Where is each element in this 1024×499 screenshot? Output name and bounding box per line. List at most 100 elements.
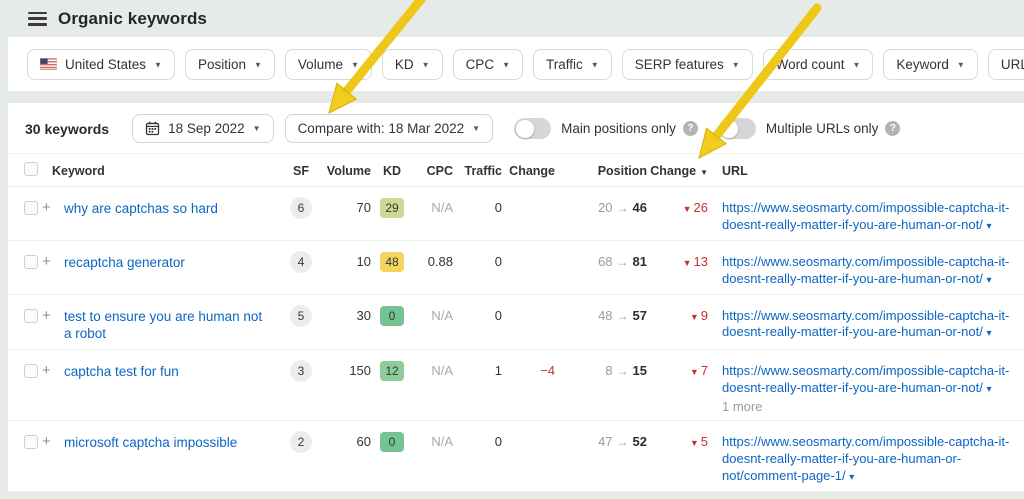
column-header-traffic[interactable]: Traffic bbox=[453, 154, 502, 187]
filter-serp-features-button[interactable]: SERP features ▼ bbox=[622, 49, 753, 80]
position-change-number: 9 bbox=[701, 308, 708, 323]
traffic-change-value bbox=[502, 294, 555, 350]
expand-plus-icon[interactable]: + bbox=[42, 362, 51, 379]
chevron-down-icon: ▼ bbox=[957, 60, 965, 69]
keyword-link[interactable]: test to ensure you are human not a robot bbox=[64, 308, 286, 344]
filter-kd-button[interactable]: KD ▼ bbox=[382, 49, 443, 80]
serp-features-badge[interactable]: 2 bbox=[290, 431, 312, 453]
position-value: 48→57 bbox=[555, 294, 647, 350]
position-new: 46 bbox=[633, 200, 647, 215]
row-checkbox[interactable] bbox=[24, 201, 38, 215]
cpc-value: N/A bbox=[413, 491, 453, 492]
url-link[interactable]: https://www.seosmarty.com/impossible-cap… bbox=[722, 308, 1024, 342]
menu-icon[interactable] bbox=[28, 12, 47, 26]
position-arrow-icon: → bbox=[613, 364, 633, 378]
position-change-number: 26 bbox=[694, 200, 708, 215]
chevron-down-icon: ▼ bbox=[253, 124, 261, 133]
help-icon[interactable]: ? bbox=[683, 121, 698, 136]
traffic-change-value bbox=[502, 187, 555, 241]
position-change-value: ▼13 bbox=[647, 240, 708, 294]
down-triangle-icon: ▼ bbox=[683, 258, 692, 268]
position-change-value: ▼5 bbox=[647, 420, 708, 491]
expand-plus-icon[interactable]: + bbox=[42, 433, 51, 450]
url-text: https://www.seosmarty.com/impossible-cap… bbox=[722, 363, 1009, 395]
column-header-change[interactable]: Change bbox=[502, 154, 555, 187]
column-header-kd[interactable]: KD bbox=[371, 154, 413, 187]
serp-features-badge[interactable]: 5 bbox=[290, 305, 312, 327]
table-row: + recaptcha generator 4 10 48 0.88 0 68→… bbox=[8, 240, 1024, 294]
url-caret-icon[interactable]: ▾ bbox=[986, 384, 991, 395]
keyword-link[interactable]: microsoft captcha impossible bbox=[64, 434, 251, 452]
help-icon[interactable]: ? bbox=[885, 121, 900, 136]
url-link[interactable]: https://www.seosmarty.com/impossible-cap… bbox=[722, 434, 1024, 485]
chevron-down-icon: ▼ bbox=[422, 60, 430, 69]
column-header-change-sorted[interactable]: Change▼ bbox=[647, 154, 708, 187]
serp-features-badge[interactable]: 3 bbox=[290, 360, 312, 382]
expand-plus-icon[interactable]: + bbox=[42, 307, 51, 324]
position-change-number: 13 bbox=[694, 254, 708, 269]
row-checkbox[interactable] bbox=[24, 309, 38, 323]
keyword-link[interactable]: recaptcha generator bbox=[64, 254, 199, 272]
select-all-checkbox[interactable] bbox=[24, 162, 38, 176]
down-triangle-icon: ▼ bbox=[683, 204, 692, 214]
column-header-position[interactable]: Position bbox=[555, 154, 647, 187]
filter-word-count-button[interactable]: Word count ▼ bbox=[763, 49, 874, 80]
url-caret-icon[interactable]: ▾ bbox=[986, 221, 991, 232]
column-header-url[interactable]: URL bbox=[708, 154, 1024, 187]
us-flag-icon bbox=[40, 58, 57, 70]
expand-plus-icon[interactable]: + bbox=[42, 253, 51, 270]
cpc-value: N/A bbox=[413, 294, 453, 350]
app-header: Organic keywords bbox=[0, 0, 1024, 37]
position-change-value: ▼2 bbox=[647, 491, 708, 492]
position-new: 57 bbox=[633, 308, 647, 323]
kd-badge: 12 bbox=[380, 361, 404, 381]
main-positions-toggle[interactable] bbox=[514, 118, 551, 139]
serp-features-badge[interactable]: 6 bbox=[290, 197, 312, 219]
position-new: 52 bbox=[633, 434, 647, 449]
multiple-urls-toggle[interactable] bbox=[719, 118, 756, 139]
toggle-knob bbox=[720, 120, 738, 138]
table-row: + test to ensure you are human not a rob… bbox=[8, 294, 1024, 350]
column-header-cpc[interactable]: CPC bbox=[413, 154, 453, 187]
keyword-link[interactable]: why are captchas so hard bbox=[64, 200, 232, 218]
filter-position-button[interactable]: Position ▼ bbox=[185, 49, 275, 80]
main-positions-label: Main positions only bbox=[561, 121, 676, 136]
row-checkbox[interactable] bbox=[24, 364, 38, 378]
keyword-count: 30 keywords bbox=[25, 121, 109, 137]
position-value: 47→52 bbox=[555, 420, 647, 491]
filter-label: Word count bbox=[776, 57, 845, 72]
url-caret-icon[interactable]: ▾ bbox=[986, 328, 991, 339]
cpc-value: N/A bbox=[413, 187, 453, 241]
expand-plus-icon[interactable]: + bbox=[42, 199, 51, 216]
row-checkbox[interactable] bbox=[24, 435, 38, 449]
date-picker-button[interactable]: 18 Sep 2022 ▼ bbox=[132, 114, 274, 143]
filter-keyword-button[interactable]: Keyword ▼ bbox=[883, 49, 977, 80]
table-row: + are you a human captcha 5 40 9 N/A 0 5… bbox=[8, 491, 1024, 492]
down-triangle-icon: ▼ bbox=[690, 367, 699, 377]
url-text: https://www.seosmarty.com/impossible-cap… bbox=[722, 308, 1009, 340]
url-link[interactable]: https://www.seosmarty.com/impossible-cap… bbox=[722, 363, 1024, 397]
chevron-down-icon: ▼ bbox=[351, 60, 359, 69]
filter-traffic-button[interactable]: Traffic ▼ bbox=[533, 49, 612, 80]
url-caret-icon[interactable]: ▾ bbox=[986, 275, 991, 286]
url-caret-icon[interactable]: ▾ bbox=[849, 472, 854, 483]
compare-with-button[interactable]: Compare with: 18 Mar 2022 ▼ bbox=[285, 114, 494, 143]
url-link[interactable]: https://www.seosmarty.com/impossible-cap… bbox=[722, 254, 1024, 288]
serp-features-badge[interactable]: 4 bbox=[290, 251, 312, 273]
more-urls-label[interactable]: 1 more bbox=[722, 399, 1024, 414]
column-header-volume[interactable]: Volume bbox=[316, 154, 371, 187]
url-link[interactable]: https://www.seosmarty.com/impossible-cap… bbox=[722, 200, 1024, 234]
filter-cpc-button[interactable]: CPC ▼ bbox=[453, 49, 523, 80]
keyword-link[interactable]: captcha test for fun bbox=[64, 363, 193, 381]
position-arrow-icon: → bbox=[613, 255, 633, 269]
traffic-change-value bbox=[502, 240, 555, 294]
filter-country-button[interactable]: United States ▼ bbox=[27, 49, 175, 80]
filter-url-button[interactable]: URL ▼ bbox=[988, 49, 1024, 80]
column-header-keyword[interactable]: Keyword bbox=[42, 154, 286, 187]
kd-badge: 29 bbox=[380, 198, 404, 218]
row-checkbox[interactable] bbox=[24, 255, 38, 269]
column-header-sf[interactable]: SF bbox=[286, 154, 316, 187]
cpc-value: N/A bbox=[413, 420, 453, 491]
filter-label: Volume bbox=[298, 57, 343, 72]
filter-volume-button[interactable]: Volume ▼ bbox=[285, 49, 372, 80]
